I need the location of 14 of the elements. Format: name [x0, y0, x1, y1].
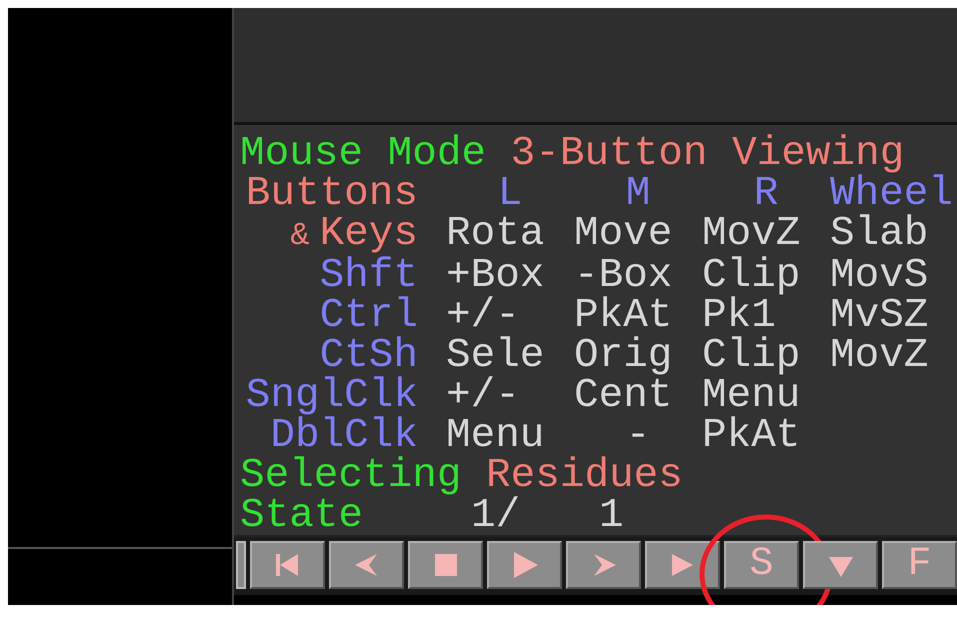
- toolbar-button[interactable]: [250, 541, 325, 589]
- toolbar-button[interactable]: [408, 541, 483, 589]
- toolbar-handle[interactable]: [236, 541, 246, 589]
- state-current: 1/: [471, 493, 520, 535]
- toolbar-button[interactable]: [329, 541, 404, 589]
- toolbar-button[interactable]: S: [724, 541, 799, 589]
- action-label: PkAt: [702, 413, 800, 459]
- toolbar-button[interactable]: F: [882, 541, 957, 589]
- ampersand: &: [290, 217, 310, 254]
- toolbar-button[interactable]: [487, 541, 562, 589]
- toolbar-button[interactable]: [566, 541, 641, 589]
- toolbar-button[interactable]: [803, 541, 878, 589]
- toolbar-button[interactable]: [645, 541, 720, 589]
- state-total: 1: [599, 493, 624, 535]
